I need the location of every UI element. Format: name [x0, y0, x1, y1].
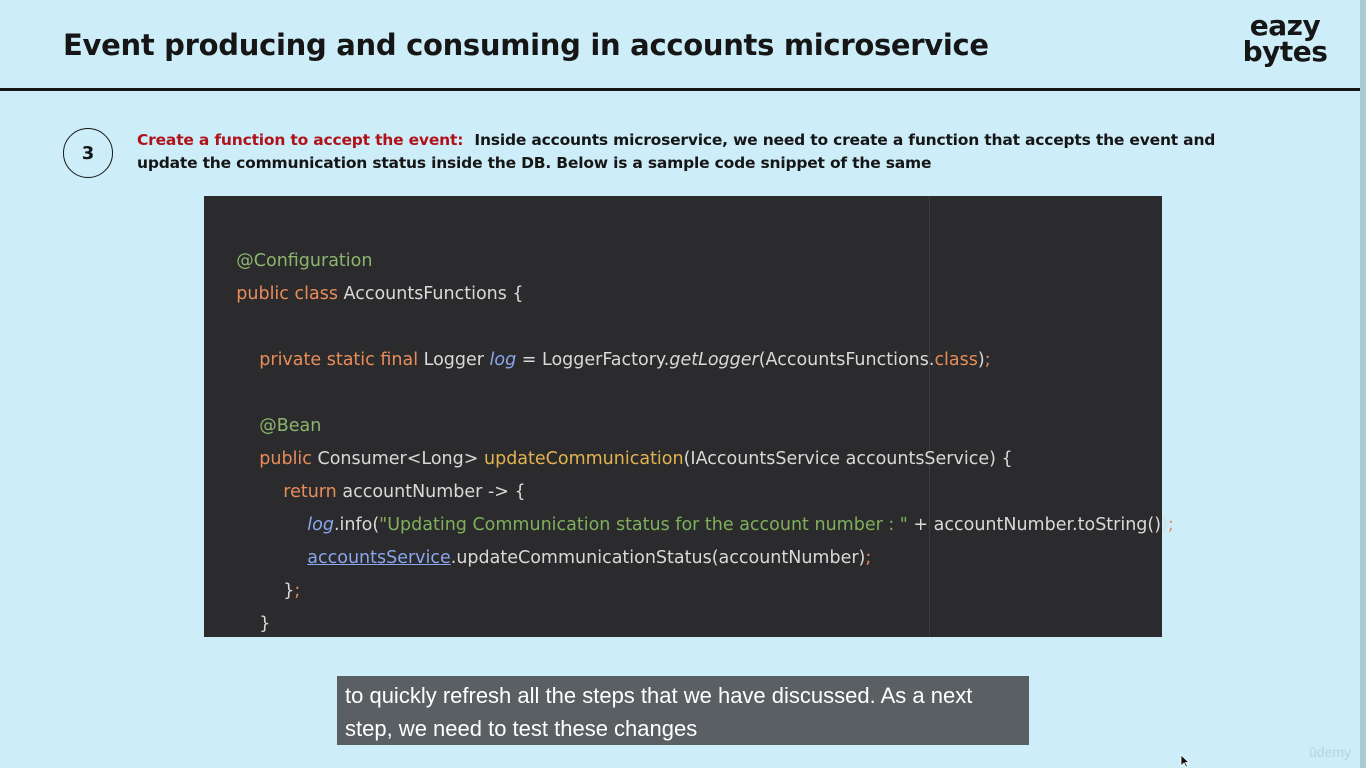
code-line-logger: private static final Logger log = Logger… [237, 330, 991, 390]
code-token: AccountsFunctions { [343, 284, 524, 304]
code-token: Logger [423, 350, 484, 370]
code-token: + accountNumber.toString()) [907, 515, 1168, 535]
code-token: getLogger [669, 350, 759, 370]
code-token: static [326, 350, 375, 370]
code-token: = LoggerFactory. [516, 350, 670, 370]
code-token: class [934, 350, 978, 370]
code-token: .updateCommunicationStatus(accountNumber… [450, 548, 866, 568]
caption-line-1: to quickly refresh all the steps that we… [345, 683, 973, 708]
code-guide-line [929, 196, 930, 637]
code-token: ) [977, 350, 985, 370]
code-token: (AccountsFunctions. [758, 350, 935, 370]
eazybytes-logo: eazy bytes [1240, 12, 1330, 68]
scrollbar[interactable] [1360, 0, 1366, 768]
code-snippet-panel: @Configuration public class AccountsFunc… [204, 196, 1174, 637]
code-line-method-close: } [237, 594, 270, 654]
udemy-watermark: ûdemy [1309, 744, 1352, 760]
step-description-block: Create a function to accept the event: I… [137, 129, 1227, 175]
step-heading: Create a function to accept the event: [137, 131, 464, 149]
code-token: ; [865, 548, 872, 568]
header-divider [0, 88, 1366, 91]
code-token: private [259, 350, 322, 370]
caption-line-2: step, we need to test these changes [345, 716, 698, 741]
code-token: ; [1167, 515, 1174, 535]
code-token: public [236, 284, 289, 304]
code-token: } [283, 581, 295, 601]
code-token: (IAccountsService accountsService) { [683, 449, 1013, 469]
slide-header: Event producing and consuming in account… [0, 0, 1366, 88]
mouse-cursor-icon [1180, 754, 1190, 768]
code-token: ; [984, 350, 991, 370]
step-number-badge: 3 [63, 128, 113, 178]
code-token: } [259, 614, 271, 634]
code-token: class [294, 284, 338, 304]
code-line-class-declaration: public class AccountsFunctions { [214, 264, 524, 324]
video-caption: to quickly refresh all the steps that we… [337, 676, 1029, 745]
step-number: 3 [81, 142, 95, 164]
code-line-update-status: accountsService.updateCommunicationStatu… [285, 528, 871, 588]
code-token: final [380, 350, 419, 370]
logo-line-2: bytes [1242, 35, 1328, 68]
code-token: ; [294, 581, 301, 601]
slide-title: Event producing and consuming in account… [63, 28, 989, 62]
code-token: log [489, 350, 517, 370]
code-token: accountsService [307, 548, 451, 568]
